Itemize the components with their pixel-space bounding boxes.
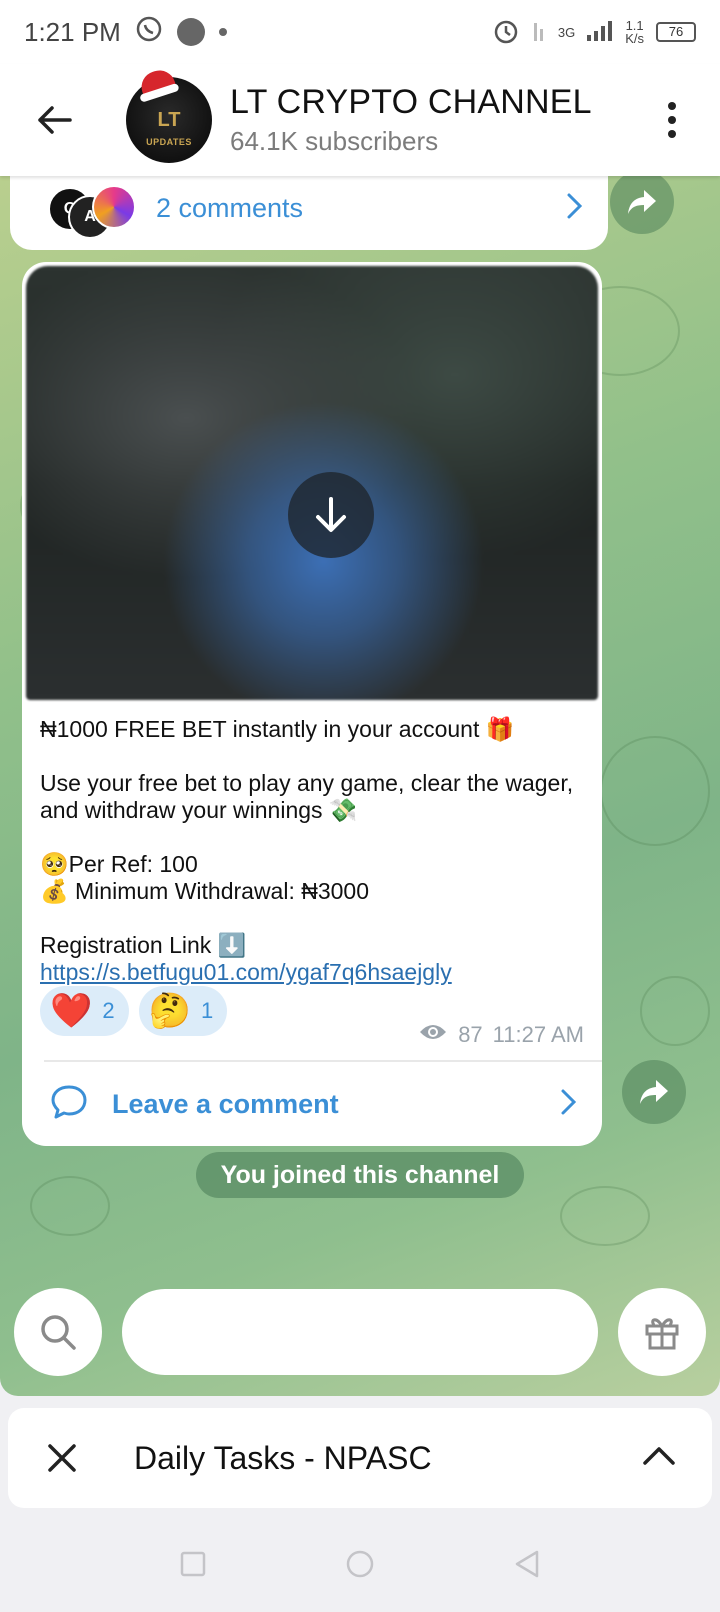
background-doodle [30, 1176, 110, 1236]
commenter-avatar [92, 185, 136, 229]
background-doodle [560, 1186, 650, 1246]
post-time: 11:27 AM [492, 1022, 584, 1047]
reactions-bar: ❤️ 2 🤔 1 [40, 986, 228, 1036]
service-message: You joined this channel [196, 1152, 524, 1198]
banner-title: Daily Tasks - NPASC [134, 1439, 432, 1476]
square-icon [180, 1551, 206, 1576]
gift-button[interactable] [618, 1288, 706, 1376]
santa-hat-icon [137, 66, 177, 98]
share-arrow-icon [628, 190, 656, 214]
channel-title: LT CRYPTO CHANNEL [230, 83, 592, 121]
avatar-logo-text: LT [157, 108, 181, 131]
home-button[interactable] [346, 1550, 374, 1583]
notification-dot-icon [176, 18, 205, 46]
expand-button[interactable] [642, 1446, 676, 1471]
gift-icon [645, 1318, 679, 1350]
chevron-right-icon [560, 1088, 578, 1121]
more-dot [668, 102, 676, 110]
post-line-instructions: Use your free bet to play any game, clea… [40, 770, 574, 823]
circle-icon [346, 1550, 374, 1577]
share-button[interactable] [610, 176, 674, 234]
cell-signal-icon [587, 19, 613, 46]
status-bar: 1:21 PM 3G 1.1 K/s 76 [0, 0, 720, 64]
triangle-back-icon [515, 1550, 539, 1577]
post-line-min-withdrawal: 💰 Minimum Withdrawal: ₦3000 [40, 878, 370, 904]
recent-apps-button[interactable] [180, 1551, 206, 1582]
network-type: 3G [557, 24, 576, 40]
chevron-up-icon [643, 1446, 675, 1465]
close-icon [48, 1444, 76, 1472]
chat-background[interactable]: Q A 2 comments ₦1000 FREE BET instantly … [0, 176, 720, 1396]
close-button[interactable] [42, 1438, 82, 1478]
data-speed-unit: K/s [625, 31, 644, 46]
more-dot [668, 116, 676, 124]
registration-link[interactable]: https://s.betfugu01.com/ygaf7q6hsaejgly [40, 959, 452, 985]
sim-signal-icon [532, 19, 546, 46]
more-notifications-icon [218, 28, 227, 36]
channel-header: LT UPDATES LT CRYPTO CHANNEL 64.1K subsc… [0, 64, 720, 176]
search-button[interactable] [14, 1288, 102, 1376]
back-nav-button[interactable] [514, 1550, 540, 1583]
background-doodle [600, 736, 710, 846]
commenter-avatars: Q A [48, 183, 144, 239]
eye-icon [418, 1022, 448, 1048]
channel-post[interactable]: ₦1000 FREE BET instantly in your account… [22, 262, 602, 1146]
status-time: 1:21 PM [24, 16, 121, 47]
arrow-down-icon [316, 497, 346, 532]
battery-icon: 76 [656, 22, 696, 42]
alarm-icon [492, 17, 520, 48]
share-arrow-icon [640, 1080, 668, 1104]
avatar-logo-subtext: UPDATES [146, 137, 192, 147]
message-input-bar[interactable] [122, 1289, 598, 1375]
leave-comment-button[interactable]: Leave a comment [22, 1062, 602, 1146]
post-line-registration: Registration Link ⬇️ [40, 932, 247, 958]
share-button[interactable] [622, 1060, 686, 1124]
whatsapp-icon [135, 15, 163, 50]
comment-bubble-icon [50, 1084, 88, 1125]
reaction-count: 1 [200, 998, 214, 1023]
post-line-offer: ₦1000 FREE BET instantly in your account… [40, 716, 515, 742]
post-line-per-ref: 🥺Per Ref: 100 [40, 851, 198, 877]
heart-icon: ❤️ [50, 992, 93, 1030]
comments-count-link: 2 comments [156, 192, 304, 223]
search-icon [41, 1315, 76, 1350]
previous-post-comments[interactable]: Q A 2 comments [10, 176, 608, 250]
leave-comment-label: Leave a comment [112, 1088, 339, 1119]
view-count: 87 [458, 1022, 483, 1047]
reaction-count: 2 [102, 998, 115, 1023]
channel-avatar[interactable]: LT UPDATES [126, 66, 212, 163]
more-dot [668, 130, 676, 138]
background-doodle [640, 976, 710, 1046]
chevron-right-icon [566, 192, 584, 225]
thinking-face-icon: 🤔 [148, 992, 191, 1030]
download-button[interactable] [288, 472, 374, 558]
back-button[interactable] [26, 92, 82, 148]
system-navigation-bar [0, 1520, 720, 1612]
post-meta: 87 11:27 AM [418, 1022, 584, 1048]
mini-app-banner[interactable]: Daily Tasks - NPASC [8, 1408, 712, 1508]
reaction-thinking[interactable]: 🤔 1 [138, 986, 228, 1036]
arrow-left-icon [38, 106, 72, 134]
post-text: ₦1000 FREE BET instantly in your account… [40, 716, 580, 986]
more-options-button[interactable] [660, 92, 684, 148]
reaction-heart[interactable]: ❤️ 2 [40, 986, 129, 1036]
subscriber-count: 64.1K subscribers [230, 126, 439, 156]
channel-info[interactable]: LT CRYPTO CHANNEL 64.1K subscribers [230, 83, 592, 157]
